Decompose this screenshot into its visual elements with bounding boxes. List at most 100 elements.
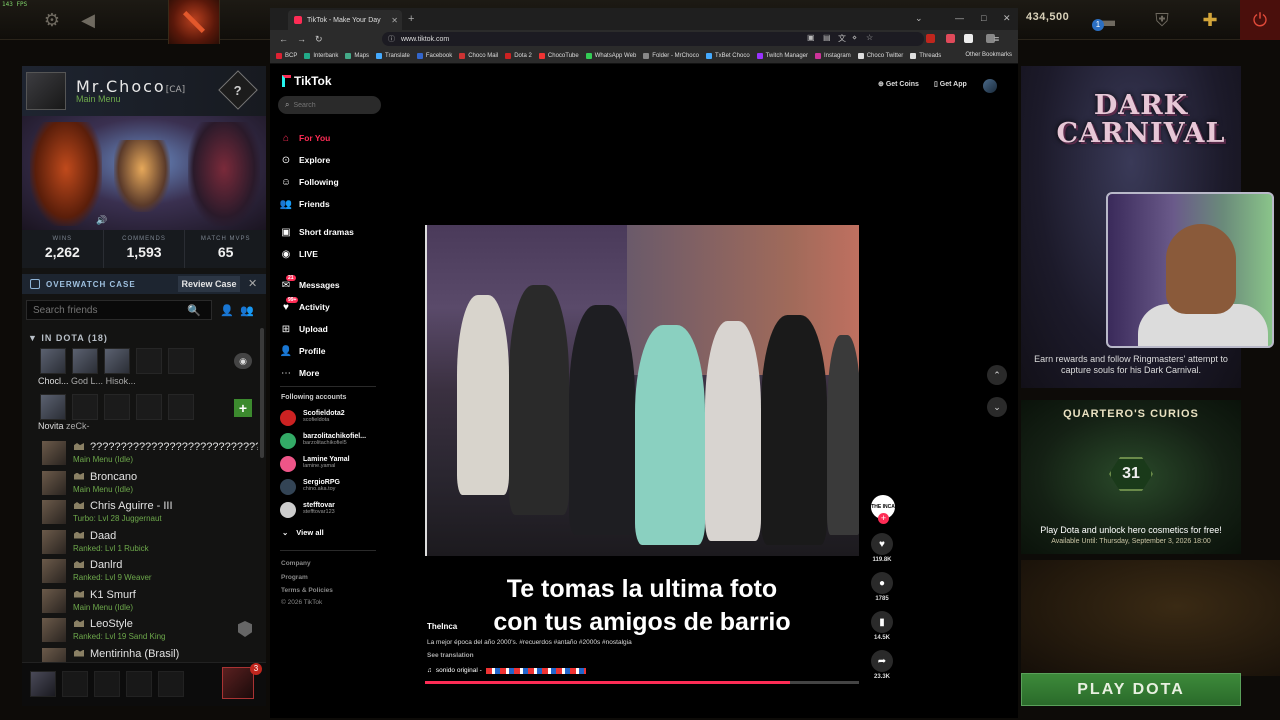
my-avatar[interactable] <box>222 667 254 699</box>
profile-avatar[interactable] <box>26 72 66 110</box>
armory-icon[interactable]: ⛨ <box>1150 8 1174 32</box>
bookmark-item[interactable]: Choco Twitter <box>857 52 903 59</box>
video-sound[interactable]: ♫ sonido original - <box>427 667 586 674</box>
play-dota-button[interactable]: PLAY DOTA <box>1021 673 1241 706</box>
party-slot-empty[interactable] <box>72 394 98 420</box>
new-tab-icon[interactable]: + <box>408 13 414 25</box>
friend-row[interactable]: ???????????????????????????? Main Menu (I… <box>22 438 258 468</box>
nav-item-more[interactable]: ⋯ More <box>280 367 319 379</box>
party-slot-empty[interactable] <box>136 348 162 374</box>
party-slot-empty[interactable] <box>168 394 194 420</box>
footer-terms[interactable]: Terms & Policies <box>281 587 333 594</box>
following-account[interactable]: Scofieldota2 scofieldota <box>280 410 345 426</box>
close-icon[interactable]: ✕ <box>248 277 257 290</box>
friend-row[interactable]: Daad Ranked: Lvl 1 Rubick <box>22 527 258 557</box>
friend-avatar[interactable] <box>42 441 66 465</box>
extension-url-icon[interactable]: ⋄ <box>852 33 857 42</box>
bookmark-item[interactable]: Maps <box>345 52 369 59</box>
party-member[interactable] <box>104 348 130 374</box>
bookmark-item[interactable]: Twitch Manager <box>756 52 808 59</box>
nav-item-messages[interactable]: ✉ 21 Messages <box>280 275 340 291</box>
review-case-button[interactable]: Review Case <box>178 276 240 292</box>
see-translation-link[interactable]: See translation <box>427 652 474 659</box>
share-arrow-icon[interactable]: ➦ <box>871 650 893 672</box>
friend-avatar[interactable] <box>42 647 66 662</box>
following-account[interactable]: Lamine Yamal lamine.yamal <box>280 456 350 472</box>
bookmark-item[interactable]: Choco Mail <box>459 52 498 59</box>
bookmark-item[interactable]: Facebook <box>416 52 452 59</box>
address-bar[interactable]: ⓘ www.tiktok.com ▣ ▤ 文 ⋄ ☆ <box>382 32 924 46</box>
share-action[interactable]: ➦ 23.3K <box>871 650 893 680</box>
bookmark-item[interactable]: Dota 2 <box>505 52 532 59</box>
friend-row[interactable]: Danlrd Ranked: Lvl 9 Weaver <box>22 556 258 586</box>
party-member[interactable] <box>40 394 66 420</box>
profile-header[interactable]: Mr.Choco[CA] Main Menu ? <box>22 66 266 116</box>
tiktok-search-input[interactable] <box>293 101 374 109</box>
url-text[interactable]: www.tiktok.com <box>401 36 449 43</box>
speaker-icon[interactable]: 🔊 <box>96 215 107 226</box>
bookmark-icon[interactable]: ▮ <box>871 611 893 633</box>
friend-avatar[interactable] <box>42 470 66 495</box>
exit-power-button[interactable]: ⏻ <box>1240 0 1280 40</box>
nav-item-friends[interactable]: 👥 Friends <box>280 198 330 210</box>
add-party-button[interactable]: + <box>234 399 252 417</box>
nav-item-for-you[interactable]: ⌂ For You <box>280 132 330 144</box>
eye-icon[interactable]: ◉ <box>234 353 252 369</box>
party-slot-empty[interactable] <box>136 394 162 420</box>
party-slot-empty[interactable] <box>168 348 194 374</box>
account-avatar[interactable] <box>280 410 296 426</box>
nav-item-activity[interactable]: ♥ 99+ Activity <box>280 297 330 313</box>
nav-item-explore[interactable]: ⊙ Explore <box>280 154 330 166</box>
menu-icon[interactable]: ≡ <box>994 34 999 44</box>
party-slot-empty[interactable] <box>62 671 88 697</box>
save-action[interactable]: ▮ 14.5K <box>871 611 893 641</box>
heart-icon[interactable]: ♥ <box>871 533 893 555</box>
settings-gear-icon[interactable]: ⚙ <box>40 8 64 32</box>
get-coins-button[interactable]: ⊕ Get Coins <box>878 80 919 88</box>
like-action[interactable]: ♥ 119.8K <box>871 533 893 563</box>
close-window-icon[interactable]: ✕ <box>1003 13 1011 24</box>
video-progress-bar[interactable] <box>425 681 859 684</box>
party-slot-empty[interactable] <box>94 671 120 697</box>
friend-avatar[interactable] <box>42 618 66 642</box>
friend-row[interactable]: LeoStyle Ranked: Lvl 19 Sand King <box>22 615 258 645</box>
bookmark-item[interactable]: WhatsApp Web <box>585 52 636 59</box>
party-slot-empty[interactable] <box>104 394 130 420</box>
tab-tiktok[interactable]: TikTok - Make Your Day ✕ <box>288 10 402 30</box>
reload-icon[interactable]: ↻ <box>315 34 323 45</box>
following-account[interactable]: stefftovar stefftovar123 <box>280 502 335 518</box>
rank-medal[interactable]: ? <box>218 70 258 110</box>
video-player[interactable] <box>425 225 859 556</box>
add-friend-icon[interactable]: 👤 <box>220 304 234 317</box>
party-member[interactable] <box>72 348 98 374</box>
comment-action[interactable]: ● 1785 <box>871 572 893 602</box>
extension-icon[interactable] <box>946 34 955 43</box>
view-all-link[interactable]: ⌄ View all <box>282 528 324 537</box>
extension-icon[interactable] <box>964 34 973 43</box>
party-member[interactable] <box>40 348 66 374</box>
tiktok-logo[interactable]: TikTok <box>282 74 332 88</box>
search-icon[interactable]: ⌕ <box>285 100 289 110</box>
dota-plus-icon[interactable]: ✚ <box>1198 8 1222 32</box>
friends-group-icon[interactable]: 👥 <box>240 304 254 317</box>
account-avatar[interactable] <box>280 502 296 518</box>
bookmark-item[interactable]: Threads <box>910 52 941 59</box>
next-video-chevron-down-icon[interactable]: ⌄ <box>987 397 1007 417</box>
bookmark-item[interactable]: BCP <box>276 52 297 59</box>
friend-search-input[interactable] <box>27 304 187 316</box>
forward-icon[interactable]: → <box>297 34 306 44</box>
maximize-icon[interactable]: □ <box>981 13 986 23</box>
search-icon[interactable]: 🔍 <box>187 304 201 317</box>
back-icon[interactable]: ← <box>279 34 288 44</box>
account-avatar[interactable] <box>280 456 296 472</box>
dota-logo-button[interactable] <box>168 0 220 44</box>
friend-row[interactable]: Broncano Main Menu (Idle) <box>22 468 258 498</box>
hero-showcase[interactable]: 🔊 <box>22 116 266 230</box>
friend-list-scrollbar[interactable] <box>260 328 264 458</box>
back-arrow-icon[interactable]: ◀ <box>76 8 100 32</box>
friend-avatar[interactable] <box>42 529 66 554</box>
bookmark-item[interactable]: Translate <box>376 52 410 59</box>
friend-avatar[interactable] <box>42 559 66 583</box>
friend-row[interactable]: Chris Aguirre - III Turbo: Lvl 28 Juggern… <box>22 497 258 527</box>
following-account[interactable]: SergioRPG chino.aka.toy <box>280 479 340 495</box>
